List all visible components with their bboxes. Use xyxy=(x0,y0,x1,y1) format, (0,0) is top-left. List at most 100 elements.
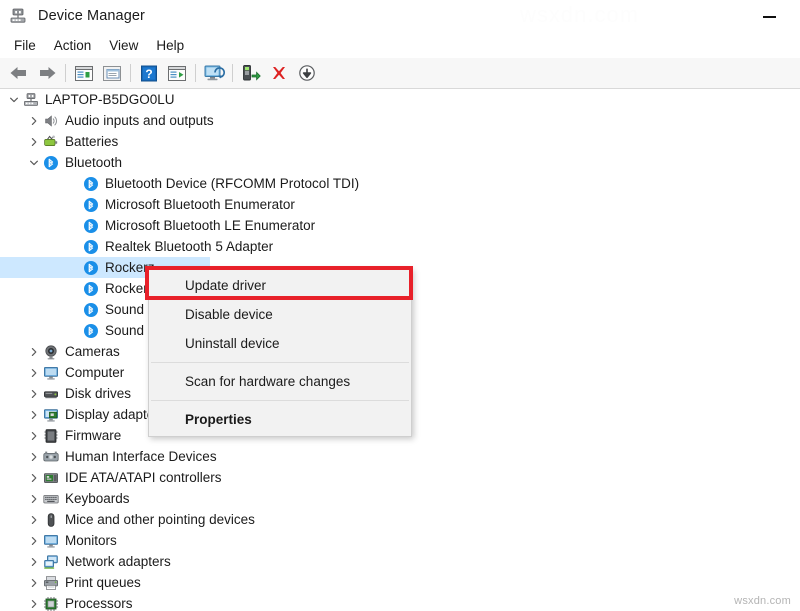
chevron-down-icon[interactable] xyxy=(6,92,22,108)
chevron-right-icon[interactable] xyxy=(26,344,42,360)
firmware-icon xyxy=(42,427,59,444)
site-watermark: wsxdn.com xyxy=(734,595,791,607)
scan-for-hardware-changes-button[interactable] xyxy=(200,60,228,86)
tree-item-bluetooth[interactable]: Bluetooth xyxy=(0,152,800,173)
chevron-right-icon[interactable] xyxy=(26,386,42,402)
help-icon: ? xyxy=(140,65,158,82)
back-icon xyxy=(9,65,29,81)
context-menu-separator xyxy=(151,400,409,401)
uninstall-device-button[interactable] xyxy=(265,60,293,86)
menu-item-action[interactable]: Action xyxy=(45,36,101,55)
show-hide-action-pane-button[interactable] xyxy=(163,60,191,86)
back-button[interactable] xyxy=(5,60,33,86)
properties-button[interactable] xyxy=(98,60,126,86)
device-manager-icon xyxy=(9,7,27,25)
tree-item-label: Computer xyxy=(65,362,124,383)
tree-item-label: Print queues xyxy=(65,572,141,593)
help-button[interactable]: ? xyxy=(135,60,163,86)
chevron-right-icon[interactable] xyxy=(26,449,42,465)
chevron-right-icon[interactable] xyxy=(26,575,42,591)
chevron-right-icon[interactable] xyxy=(26,533,42,549)
tree-item-monitors[interactable]: Monitors xyxy=(0,530,800,551)
printer-icon xyxy=(42,574,59,591)
tree-item-audio-inputs-and-outputs[interactable]: Audio inputs and outputs xyxy=(0,110,800,131)
tree-item-batteries[interactable]: Batteries xyxy=(0,131,800,152)
menu-item-help[interactable]: Help xyxy=(147,36,193,55)
show-hide-action-pane-icon xyxy=(167,65,187,82)
tree-item-label: Monitors xyxy=(65,530,117,551)
bluetooth-icon xyxy=(82,238,99,255)
tree-item-label: Network adapters xyxy=(65,551,171,572)
tree-item-microsoft-bluetooth-enumerator[interactable]: Microsoft Bluetooth Enumerator xyxy=(0,194,800,215)
chevron-right-icon[interactable] xyxy=(26,113,42,129)
bluetooth-icon xyxy=(82,301,99,318)
chevron-right-icon[interactable] xyxy=(26,596,42,611)
chevron-right-icon[interactable] xyxy=(26,428,42,444)
context-menu[interactable]: Update driver Disable device Uninstall d… xyxy=(148,268,412,437)
ide-controller-icon xyxy=(42,469,59,486)
tree-item-ide-ata-atapi-controllers[interactable]: IDE ATA/ATAPI controllers xyxy=(0,467,800,488)
chevron-right-icon[interactable] xyxy=(26,470,42,486)
tree-spacer xyxy=(66,302,82,318)
chevron-right-icon[interactable] xyxy=(26,365,42,381)
chevron-down-icon[interactable] xyxy=(26,155,42,171)
tree-item-label: Cameras xyxy=(65,341,120,362)
tree-spacer xyxy=(66,281,82,297)
bluetooth-icon xyxy=(82,322,99,339)
chevron-right-icon[interactable] xyxy=(26,491,42,507)
disable-device-button[interactable] xyxy=(293,60,321,86)
tree-item-network-adapters[interactable]: Network adapters xyxy=(0,551,800,572)
tree-item-bluetooth-device-rfcomm-protocol-tdi[interactable]: Bluetooth Device (RFCOMM Protocol TDI) xyxy=(0,173,800,194)
tree-item-microsoft-bluetooth-le-enumerator[interactable]: Microsoft Bluetooth LE Enumerator xyxy=(0,215,800,236)
context-menu-item-disable-device[interactable]: Disable device xyxy=(149,300,411,329)
menu-item-view[interactable]: View xyxy=(100,36,147,55)
chevron-right-icon[interactable] xyxy=(26,554,42,570)
tree-item-label: Batteries xyxy=(65,131,118,152)
tree-spacer xyxy=(66,323,82,339)
toolbar-separator xyxy=(130,64,131,82)
tree-spacer xyxy=(66,218,82,234)
chevron-right-icon[interactable] xyxy=(26,134,42,150)
processor-icon xyxy=(42,595,59,611)
tree-spacer xyxy=(66,197,82,213)
context-menu-item-properties[interactable]: Properties xyxy=(149,405,411,434)
tree-item-label: Mice and other pointing devices xyxy=(65,509,255,530)
update-driver-button[interactable] xyxy=(237,60,265,86)
tree-item-processors[interactable]: Processors xyxy=(0,593,800,611)
context-menu-item-uninstall-device[interactable]: Uninstall device xyxy=(149,329,411,358)
hid-icon xyxy=(42,448,59,465)
context-menu-item-scan-for-hardware-changes[interactable]: Scan for hardware changes xyxy=(149,367,411,396)
show-hide-console-tree-button[interactable] xyxy=(70,60,98,86)
tree-item-label: Bluetooth Device (RFCOMM Protocol TDI) xyxy=(105,173,359,194)
minimize-button[interactable] xyxy=(754,8,784,26)
context-menu-separator xyxy=(151,362,409,363)
computer-icon xyxy=(22,91,39,108)
tree-item-label: Keyboards xyxy=(65,488,130,509)
context-menu-item-update-driver[interactable]: Update driver xyxy=(149,271,411,300)
tree-item-label: Realtek Bluetooth 5 Adapter xyxy=(105,236,273,257)
tree-item-print-queues[interactable]: Print queues xyxy=(0,572,800,593)
tree-item-realtek-bluetooth-5-adapter[interactable]: Realtek Bluetooth 5 Adapter xyxy=(0,236,800,257)
disk-icon xyxy=(42,385,59,402)
tree-item-keyboards[interactable]: Keyboards xyxy=(0,488,800,509)
monitor-icon xyxy=(42,532,59,549)
toolbar: ? xyxy=(0,58,800,89)
disable-device-icon xyxy=(297,64,317,82)
monitor-icon xyxy=(42,364,59,381)
tree-item-label: Human Interface Devices xyxy=(65,446,217,467)
toolbar-separator xyxy=(232,64,233,82)
window-title: Device Manager xyxy=(38,8,145,24)
forward-button[interactable] xyxy=(33,60,61,86)
menu-item-file[interactable]: File xyxy=(5,36,45,55)
scan-for-hardware-changes-icon xyxy=(203,64,225,82)
forward-icon xyxy=(37,65,57,81)
tree-root-node[interactable]: LAPTOP-B5DGO0LU xyxy=(0,89,800,110)
bluetooth-icon xyxy=(82,259,99,276)
toolbar-separator xyxy=(65,64,66,82)
tree-item-mice-and-other-pointing-devices[interactable]: Mice and other pointing devices xyxy=(0,509,800,530)
svg-text:?: ? xyxy=(145,67,152,81)
chevron-right-icon[interactable] xyxy=(26,512,42,528)
tree-item-human-interface-devices[interactable]: Human Interface Devices xyxy=(0,446,800,467)
network-adapter-icon xyxy=(42,553,59,570)
chevron-right-icon[interactable] xyxy=(26,407,42,423)
